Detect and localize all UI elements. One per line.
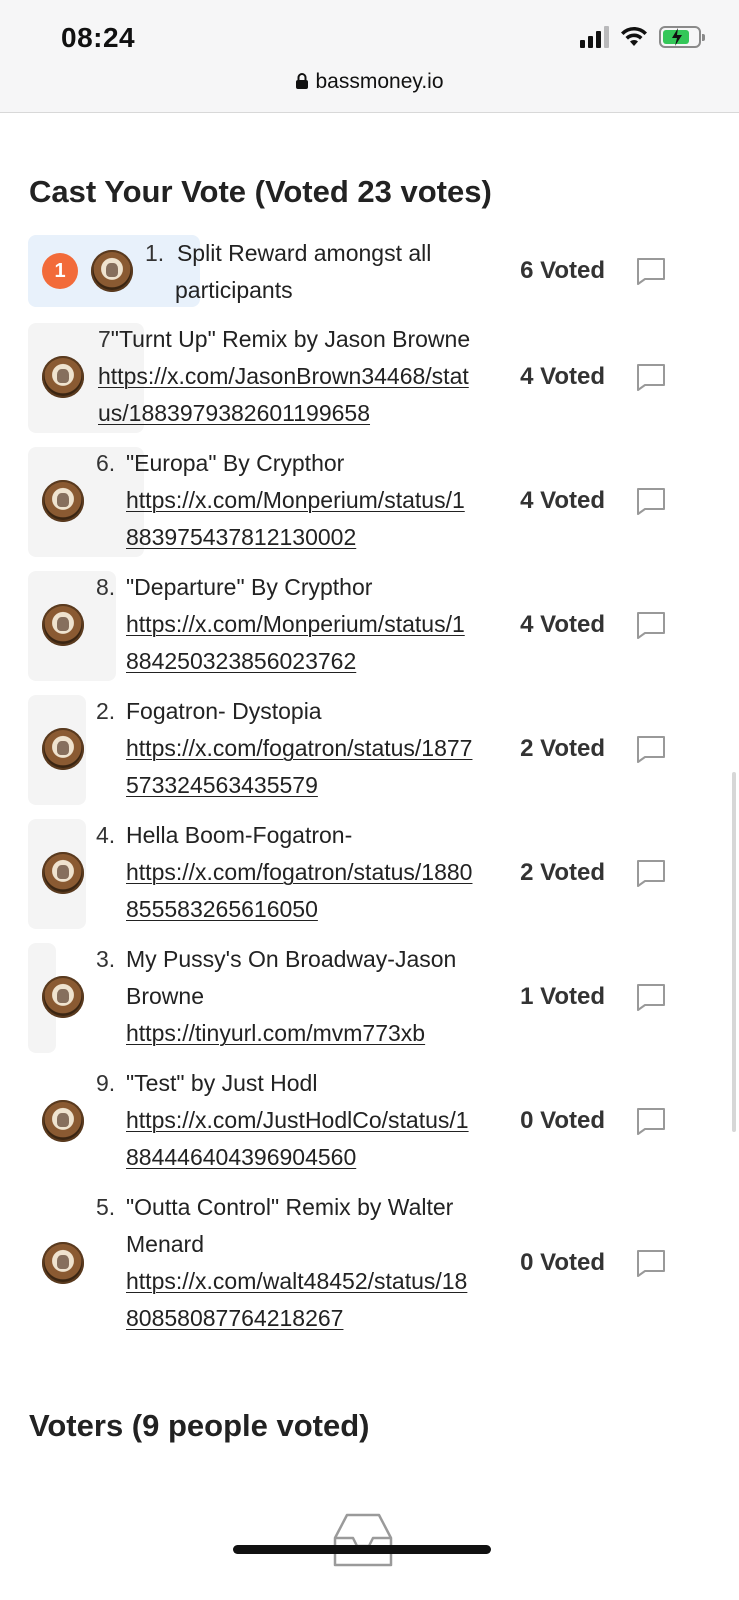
option-link[interactable]: https://x.com/Monperium/status/1 (126, 487, 465, 513)
option-text: 9. "Test" by Just Hodl https://x.com/Just… (96, 1065, 469, 1176)
vote-option-row[interactable]: 5. "Outta Control" Remix by Walter Menard… (0, 1189, 739, 1349)
vote-option-row[interactable]: 3. My Pussy's On Broadway-Jason Browne ht… (0, 941, 739, 1065)
option-link[interactable]: https://x.com/JustHodlCo/status/1 (126, 1107, 469, 1133)
wifi-icon (621, 26, 647, 46)
option-title-line: "Europa" By Crypthor (126, 450, 345, 476)
comment-icon[interactable] (636, 859, 666, 887)
vote-option-row[interactable]: 2. Fogatron- Dystopia https://x.com/fogat… (0, 693, 739, 817)
option-number: 7 (98, 326, 111, 352)
option-link[interactable]: https://tinyurl.com/mvm773xb (126, 1020, 425, 1046)
voters-section-title: Voters (9 people voted) (29, 1408, 370, 1443)
battery-charging-icon (659, 26, 705, 48)
option-number: 1. (145, 240, 165, 266)
vote-option-row[interactable]: 1 1. Split Reward amongst all participan… (0, 235, 739, 321)
inbox-tray-icon[interactable] (333, 1512, 393, 1568)
avatar (91, 250, 133, 292)
option-link[interactable]: us/1883979382601199658 (98, 400, 370, 426)
avatar (42, 480, 84, 522)
comment-icon[interactable] (636, 1107, 666, 1135)
browser-top-bar: 08:24 bassmoney.io (0, 0, 739, 113)
option-number: 5. (96, 1194, 116, 1220)
status-time: 08:24 (61, 22, 136, 53)
option-number: 4. (96, 822, 116, 848)
option-text: 6. "Europa" By Crypthor https://x.com/Mon… (96, 445, 465, 556)
option-link[interactable]: 80858087764218267 (126, 1305, 343, 1331)
vote-count: 2 Voted (520, 859, 605, 886)
option-title-line: Browne (126, 983, 204, 1009)
option-title-line: Menard (126, 1231, 204, 1257)
option-title-line: Split Reward amongst all (176, 240, 432, 266)
vote-count: 0 Voted (520, 1107, 605, 1134)
option-link[interactable]: https://x.com/fogatron/status/1877 (126, 735, 472, 761)
vote-count: 0 Voted (520, 1249, 605, 1276)
vote-option-row[interactable]: 8. "Departure" By Crypthor https://x.com/… (0, 569, 739, 693)
vote-count: 6 Voted (520, 257, 605, 284)
option-link[interactable]: 884446404396904560 (126, 1144, 356, 1170)
option-text: 4. Hella Boom-Fogatron- https://x.com/fog… (96, 817, 472, 928)
vote-count: 1 Voted (520, 983, 605, 1010)
avatar (42, 356, 84, 398)
rank-badge: 1 (42, 253, 78, 289)
option-title-line: "Test" by Just Hodl (126, 1070, 318, 1096)
vote-option-row[interactable]: 7"Turnt Up" Remix by Jason Browne https:… (0, 321, 739, 445)
vote-section-title: Cast Your Vote (Voted 23 votes) (29, 174, 492, 209)
address-url: bassmoney.io (315, 70, 444, 93)
option-number: 9. (96, 1070, 116, 1096)
vote-count: 4 Voted (520, 611, 605, 638)
option-link[interactable]: https://x.com/walt48452/status/18 (126, 1268, 467, 1294)
option-link[interactable]: https://x.com/Monperium/status/1 (126, 611, 465, 637)
vote-option-row[interactable]: 4. Hella Boom-Fogatron- https://x.com/fog… (0, 817, 739, 941)
comment-icon[interactable] (636, 1249, 666, 1277)
vote-count: 4 Voted (520, 363, 605, 390)
option-text: 3. My Pussy's On Broadway-Jason Browne ht… (96, 941, 456, 1052)
option-title-line: "Outta Control" Remix by Walter (126, 1194, 454, 1220)
avatar (42, 604, 84, 646)
option-link[interactable]: 855583265616050 (126, 896, 318, 922)
option-number: 3. (96, 946, 116, 972)
avatar (42, 976, 84, 1018)
lock-icon (296, 73, 309, 89)
option-link[interactable]: https://x.com/fogatron/status/1880 (126, 859, 472, 885)
comment-icon[interactable] (636, 611, 666, 639)
home-indicator (233, 1545, 491, 1554)
option-title-line: Fogatron- Dystopia (126, 698, 322, 724)
vote-option-row[interactable]: 6. "Europa" By Crypthor https://x.com/Mon… (0, 445, 739, 569)
avatar (42, 1242, 84, 1284)
comment-icon[interactable] (636, 257, 666, 285)
cellular-signal-icon (580, 26, 609, 48)
option-text: 7"Turnt Up" Remix by Jason Browne https:… (98, 321, 470, 432)
avatar (42, 852, 84, 894)
avatar (42, 1100, 84, 1142)
avatar (42, 728, 84, 770)
option-title-line: Hella Boom-Fogatron- (126, 822, 353, 848)
comment-icon[interactable] (636, 735, 666, 763)
option-link[interactable]: https://x.com/JasonBrown34468/stat (98, 363, 469, 389)
option-text: 8. "Departure" By Crypthor https://x.com/… (96, 569, 465, 680)
option-title-line: participants (175, 277, 293, 303)
vote-count: 4 Voted (520, 487, 605, 514)
vote-options-list: 1 1. Split Reward amongst all participan… (0, 235, 739, 1349)
option-text: 5. "Outta Control" Remix by Walter Menard… (96, 1189, 467, 1337)
status-icons (580, 26, 705, 48)
comment-icon[interactable] (636, 983, 666, 1011)
option-title-line: "Turnt Up" Remix by Jason Browne (110, 326, 471, 352)
scrollbar[interactable] (732, 772, 736, 1132)
option-link[interactable]: 883975437812130002 (126, 524, 356, 550)
vote-option-row[interactable]: 9. "Test" by Just Hodl https://x.com/Just… (0, 1065, 739, 1189)
option-text: 1. Split Reward amongst all participants (145, 235, 431, 309)
option-link[interactable]: 884250323856023762 (126, 648, 356, 674)
option-title-line: My Pussy's On Broadway-Jason (126, 946, 457, 972)
vote-count: 2 Voted (520, 735, 605, 762)
option-text: 2. Fogatron- Dystopia https://x.com/fogat… (96, 693, 472, 804)
option-title-line: "Departure" By Crypthor (126, 574, 373, 600)
option-link[interactable]: 573324563435579 (126, 772, 318, 798)
option-number: 2. (96, 698, 116, 724)
address-bar[interactable]: bassmoney.io (0, 70, 739, 94)
comment-icon[interactable] (636, 363, 666, 391)
option-number: 8. (96, 574, 116, 600)
comment-icon[interactable] (636, 487, 666, 515)
option-number: 6. (96, 450, 116, 476)
